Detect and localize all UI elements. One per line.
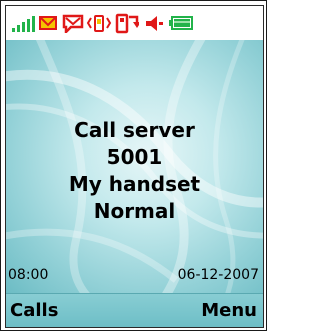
calls-softkey[interactable]: Calls: [10, 300, 58, 322]
extension-number: 5001: [106, 145, 163, 169]
wallpaper: Call server 5001 My handset Normal 08:00…: [6, 40, 263, 293]
message-envelope-icon: [39, 16, 57, 30]
status-bar: [6, 6, 263, 40]
clock-date: 06-12-2007: [177, 267, 259, 283]
ringer-volume-icon: [146, 16, 163, 31]
call-forward-icon: [115, 13, 139, 34]
call-server-label: Call server: [74, 118, 195, 142]
handset-name: My handset: [68, 172, 201, 196]
signal-strength-icon: [12, 16, 35, 32]
softkey-bar: Calls Menu: [6, 293, 263, 327]
handset-screen: Call server 5001 My handset Normal 08:00…: [5, 5, 264, 328]
voicemail-icon: [62, 14, 84, 33]
menu-softkey[interactable]: Menu: [201, 300, 257, 322]
vibrate-icon: [86, 15, 112, 32]
profile-name: Normal: [93, 199, 176, 223]
battery-icon: [169, 16, 193, 30]
handset-frame: Call server 5001 My handset Normal 08:00…: [0, 0, 267, 331]
clock-time: 08:00: [8, 267, 49, 283]
